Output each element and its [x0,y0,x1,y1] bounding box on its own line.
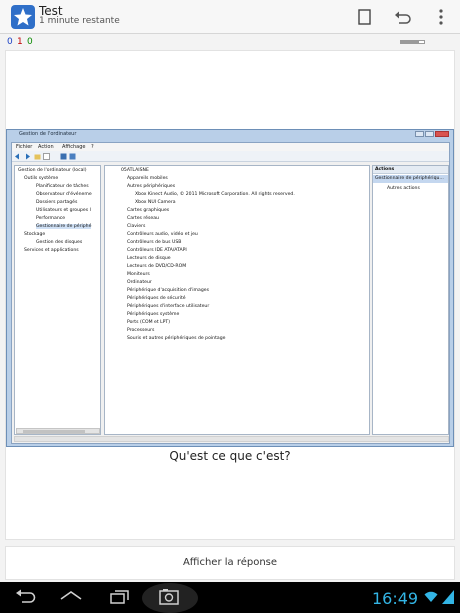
back-icon[interactable] [12,588,38,606]
console-tree-pane: Gestion de l'ordinateur (local) Outils s… [14,165,101,435]
device-tree-item: Cartes réseau [127,216,159,221]
time-remaining: 1 minute restante [39,16,120,26]
actions-header: Actions [375,167,395,172]
actions-selected-bar: Gestionnaire de périphériqu... [373,175,448,183]
device-tree-item: Cartes graphiques [127,208,170,213]
device-tree-item: Contrôleurs IDE ATA/ATAPI [127,248,187,253]
learning-count: 1 [17,37,23,47]
deck-progress-bar [400,40,425,44]
window-body: Fichier Action Affichage ? Gestion de l'… [11,142,450,444]
device-tree-item: Périphérique d'acquisition d'images [127,288,209,293]
device-tree-item: Autres périphériques [127,184,176,189]
device-tree-item: Souris et autres périphériques de pointa… [127,336,226,341]
card-image-computer-management: Gestion de l'ordinateur Fichier Action A… [6,129,454,447]
screenshot-icon[interactable] [141,583,199,613]
device-tree-item: Ports (COM et LPT) [127,320,171,325]
device-tree-item: Xbox Kinect Audio, © 2011 Microsoft Corp… [135,192,295,197]
device-tree-item: Processeurs [127,328,155,333]
device-root: 05ATLAISNE [121,168,149,173]
menu-help: ? [91,144,94,150]
wifi-icon [424,591,438,602]
home-icon[interactable] [58,588,84,606]
show-answer-button[interactable]: Afficher la réponse [5,546,455,580]
show-answer-label: Afficher la réponse [182,557,278,568]
card-question: Qu'est ce que c'est? [169,449,291,463]
app-bar: Test 1 minute restante [0,0,460,34]
actions-pane: Actions Gestionnaire de périphériqu... A… [372,165,449,435]
tree-scroll-thumb [23,430,85,433]
recent-apps-icon[interactable] [107,588,133,606]
tree-item-utilisateurs: Utilisateurs et groupes l [36,208,91,213]
signal-icon [442,590,454,604]
tree-item-services: Services et applications [24,248,79,253]
actions-selected: Gestionnaire de périphériqu... [375,176,444,181]
window-menubar: Fichier Action Affichage ? [12,143,449,151]
device-tree-item: Lecteurs de DVD/CD-ROM [127,264,187,269]
card-outline-icon[interactable] [355,7,375,27]
system-nav-bar: 16:49 [0,582,460,613]
window-statusbar [14,436,449,442]
menu-affichage: Affichage [62,144,86,150]
back-arrow-icon [15,153,19,160]
device-tree-item: Moniteurs [127,272,150,277]
undo-icon[interactable] [392,7,412,27]
actions-header-bar: Actions [373,166,448,174]
ankidroid-app-icon[interactable] [10,4,36,30]
status-clock: 16:49 [372,589,419,608]
menu-fichier: Fichier [16,144,33,150]
tree-item-planificateur: Planificateur de tâches [36,184,89,189]
close-icon [435,131,449,137]
console-tree-icon [43,153,50,160]
window-title: Gestion de l'ordinateur [19,131,77,137]
tree-item-dossiers: Dossiers partagés [36,200,78,205]
tree-item-gestionnaire: Gestionnaire de périphé [36,224,92,229]
device-tree-item: Périphériques de sécurité [127,296,186,301]
actions-more: Autres actions [387,186,420,191]
help-icon [60,153,67,160]
tree-item-disques: Gestion des disques [36,240,83,245]
review-count: 0 [27,37,33,47]
device-tree-item: Périphériques d'interface utilisateur [127,304,210,309]
forward-arrow-icon [26,153,30,160]
tree-item-observateur: Observateur d'événeme [36,192,92,197]
stats-bar: 0 1 0 [0,34,460,50]
tree-item-outils: Outils système [24,176,59,181]
folder-up-icon [34,154,41,160]
device-tree-item: Contrôleurs de bus USB [127,240,182,245]
tree-horizontal-scrollbar [16,428,100,434]
progress-fill [401,41,420,43]
anki-review-screen: Test 1 minute restante 0 1 0 Gestion de … [0,0,460,613]
menu-action: Action [38,144,54,150]
device-tree-item: Ordinateur [127,280,152,285]
window-toolbar [12,151,449,162]
minimize-icon [415,131,424,137]
device-tree-item: Contrôleurs audio, vidéo et jeu [127,232,198,237]
device-tree-item: Appareils mobiles [127,176,168,181]
new-count: 0 [7,37,13,47]
device-tree-pane: 05ATLAISNE Appareils mobiles Autres périp… [104,165,370,435]
overflow-menu-icon[interactable] [431,7,451,27]
maximize-icon [425,131,434,137]
properties-icon [69,153,76,160]
tree-item-root: Gestion de l'ordinateur (local) [18,168,87,173]
device-tree-item: Lecteurs de disque [127,256,171,261]
tree-item-stockage: Stockage [24,232,46,237]
device-tree-item: Claviers [127,224,146,229]
device-tree-item: Xbox NUI Camera [135,200,176,205]
device-tree-item: Périphériques système [127,312,180,317]
tree-item-performance: Performance [36,216,66,221]
